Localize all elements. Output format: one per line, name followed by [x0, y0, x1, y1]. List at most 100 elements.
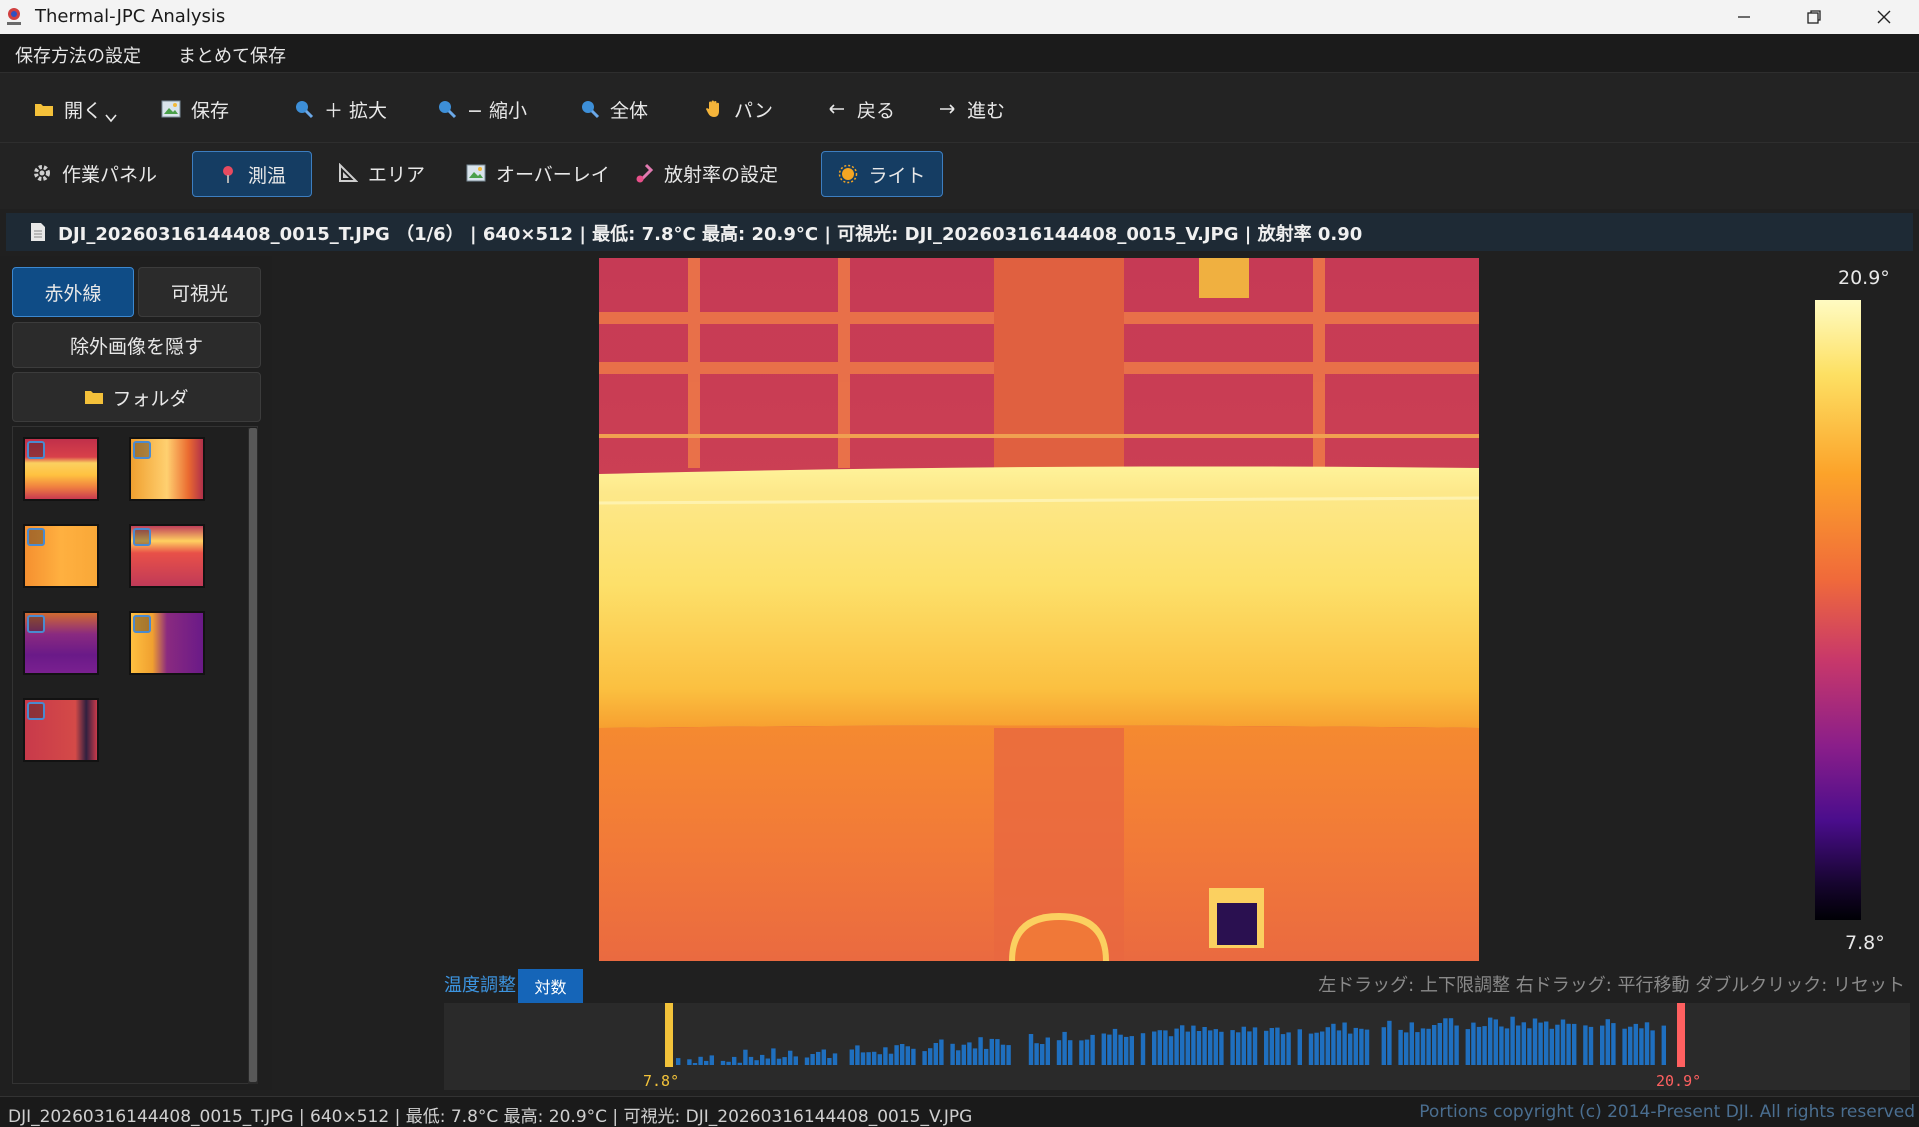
- back-button[interactable]: 戻る: [827, 87, 895, 131]
- histogram-bar: [1028, 1034, 1034, 1065]
- save-button[interactable]: 保存: [161, 87, 229, 131]
- thumbnail-3[interactable]: [23, 524, 99, 588]
- thumbnail-checkbox[interactable]: [133, 528, 151, 546]
- thumbnail-5[interactable]: [23, 611, 99, 675]
- thumbnail-checkbox[interactable]: [133, 615, 151, 633]
- histogram-bar: [765, 1058, 770, 1065]
- pan-label: パン: [734, 99, 773, 122]
- zoom-out-label: − 縮小: [467, 99, 527, 122]
- histogram-bar: [888, 1053, 894, 1065]
- close-button[interactable]: [1849, 0, 1919, 34]
- histogram-bar: [1213, 1029, 1218, 1065]
- copyright-text: Portions copyright (c) 2014-Present DJI.…: [1419, 1102, 1915, 1122]
- thumbnail-7[interactable]: [23, 698, 99, 762]
- histogram-bar: [1208, 1030, 1213, 1065]
- histogram-bar: [1555, 1024, 1560, 1065]
- color-scale-bar: [1815, 300, 1861, 920]
- thumbnail-checkbox[interactable]: [27, 528, 45, 546]
- hide-excluded-button[interactable]: 除外画像を隠す: [12, 322, 261, 368]
- low-limit-handle[interactable]: [665, 1003, 673, 1067]
- scrollbar-thumb[interactable]: [249, 428, 257, 1082]
- histogram-bar: [1443, 1018, 1448, 1065]
- thumbnail-checkbox[interactable]: [27, 441, 45, 459]
- measure-temp-button[interactable]: 測温: [192, 151, 312, 197]
- area-button[interactable]: エリア: [338, 151, 425, 195]
- histogram-bar: [816, 1051, 821, 1065]
- histogram-bar: [1381, 1027, 1386, 1065]
- histogram-bar: [1320, 1031, 1325, 1065]
- emissivity-button[interactable]: 放射率の設定: [634, 151, 778, 195]
- histogram-bar: [1600, 1025, 1605, 1065]
- log-scale-button[interactable]: 対数: [518, 969, 583, 1003]
- histogram-bar: [928, 1048, 933, 1065]
- histogram-bar: [1588, 1026, 1594, 1065]
- histogram-bar: [922, 1051, 927, 1065]
- histogram-high-label: 20.9°: [1656, 1072, 1702, 1090]
- work-panel-button[interactable]: 作業パネル: [32, 151, 157, 195]
- temp-adjust-label: 温度調整: [444, 975, 516, 996]
- thermal-image[interactable]: [599, 258, 1479, 961]
- histogram-bar: [1280, 1034, 1286, 1065]
- thumbnail-list: [12, 426, 258, 1084]
- folder-label: フォルダ: [112, 387, 189, 410]
- histogram-bar: [1527, 1028, 1532, 1065]
- histogram-bar: [984, 1048, 989, 1065]
- gear-icon: [34, 165, 50, 181]
- fit-all-button[interactable]: 全体: [580, 87, 648, 131]
- tab-infrared[interactable]: 赤外線: [12, 267, 134, 317]
- thumbnail-2[interactable]: [129, 437, 205, 501]
- histogram-bar: [1124, 1036, 1129, 1065]
- histogram-bar: [1566, 1023, 1571, 1065]
- histogram-bar: [754, 1060, 759, 1065]
- histogram-bar: [827, 1058, 832, 1065]
- menu-save-settings[interactable]: 保存方法の設定: [15, 42, 141, 68]
- histogram-bar: [1101, 1033, 1106, 1065]
- histogram-bar: [1572, 1023, 1577, 1065]
- histogram-bar: [782, 1057, 787, 1065]
- histogram-bar: [810, 1054, 815, 1065]
- histogram-bar: [1639, 1028, 1644, 1065]
- histogram-bar: [883, 1047, 888, 1065]
- histogram-bar: [855, 1045, 860, 1065]
- histogram-bar: [1353, 1027, 1358, 1065]
- thumbnail-4[interactable]: [129, 524, 205, 588]
- histogram-bar: [1191, 1025, 1196, 1065]
- histogram-bar: [1264, 1030, 1269, 1065]
- histogram-bar: [972, 1048, 978, 1065]
- histogram-bar: [1560, 1019, 1566, 1065]
- thumbnail-checkbox[interactable]: [27, 615, 45, 633]
- zoom-in-label: ＋ 拡大: [324, 99, 388, 122]
- folder-button[interactable]: フォルダ: [12, 372, 261, 422]
- histogram-bar: [1241, 1026, 1246, 1065]
- histogram-bar: [1516, 1025, 1521, 1065]
- restore-button[interactable]: [1779, 0, 1849, 34]
- thumbnail-scrollbar[interactable]: [248, 428, 258, 1084]
- histogram-bar: [967, 1042, 972, 1065]
- high-limit-handle[interactable]: [1677, 1003, 1685, 1067]
- zoom-in-button[interactable]: ＋ 拡大: [294, 87, 387, 131]
- light-button[interactable]: ライト: [821, 151, 943, 197]
- histogram-bar: [894, 1045, 899, 1065]
- zoom-out-button[interactable]: − 縮小: [437, 87, 527, 131]
- pan-button[interactable]: パン: [704, 87, 773, 131]
- thumbnail-checkbox[interactable]: [27, 702, 45, 720]
- histogram-bar: [1325, 1027, 1330, 1065]
- histogram-bar: [720, 1060, 726, 1065]
- thumbnail-checkbox[interactable]: [133, 441, 151, 459]
- tab-visible[interactable]: 可視光: [138, 267, 261, 317]
- histogram-bar: [1538, 1022, 1543, 1065]
- open-button[interactable]: 開く: [34, 87, 118, 131]
- close-icon: [1877, 10, 1891, 24]
- histogram-bar: [1152, 1031, 1157, 1065]
- zoom-out-icon: [439, 101, 457, 119]
- overlay-button[interactable]: オーバーレイ: [466, 151, 610, 195]
- histogram-bar: [1107, 1034, 1112, 1065]
- minimize-button[interactable]: [1709, 0, 1779, 34]
- histogram-bar: [1342, 1022, 1347, 1065]
- thumbnail-1[interactable]: [23, 437, 99, 501]
- forward-icon: [940, 104, 955, 114]
- menu-batch-save[interactable]: まとめて保存: [178, 42, 286, 68]
- forward-button[interactable]: 進む: [937, 87, 1005, 131]
- histogram-bar: [832, 1053, 838, 1065]
- thumbnail-6[interactable]: [129, 611, 205, 675]
